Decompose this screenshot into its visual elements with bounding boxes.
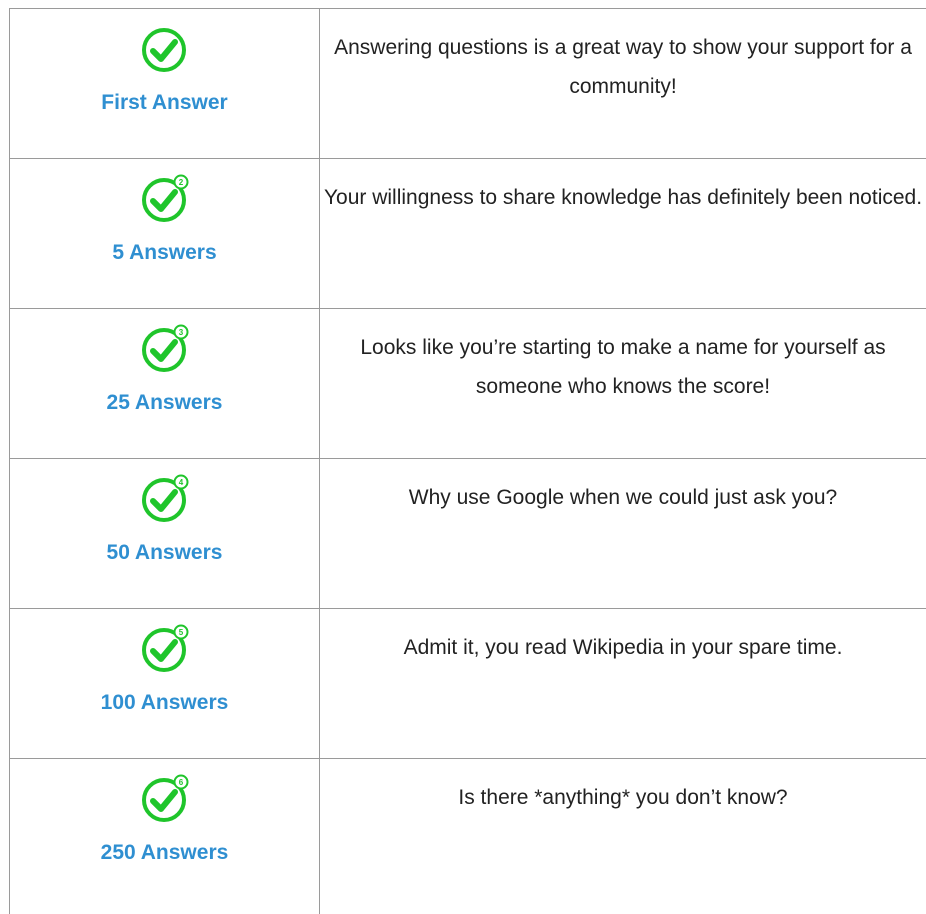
badge-description-cell: Is there *anything* you don’t know? xyxy=(319,758,926,914)
badge-level-number: 2 xyxy=(178,178,183,187)
badge-cell: 5 100 Answers xyxy=(9,608,320,759)
badge-row: First Answer Answering questions is a gr… xyxy=(9,8,926,159)
badge-level-number: 4 xyxy=(178,478,183,487)
badge-description: Why use Google when we could just ask yo… xyxy=(408,486,838,509)
badge-description: Is there *anything* you don’t know? xyxy=(458,786,788,809)
badge-title: 25 Answers xyxy=(106,391,223,414)
green-check-circle-level-6-icon: 6 xyxy=(141,774,188,822)
green-check-circle-level-4-icon: 4 xyxy=(141,474,188,522)
badge-description-cell: Answering questions is a great way to sh… xyxy=(319,8,926,159)
badge-title: First Answer xyxy=(101,91,228,114)
badge-title: 100 Answers xyxy=(100,691,229,714)
badge-title: 50 Answers xyxy=(106,541,223,564)
badge-row: 6 250 Answers Is there *anything* you do… xyxy=(9,758,926,914)
badge-cell: 2 5 Answers xyxy=(9,158,320,309)
badge-description-cell: Your willingness to share knowledge has … xyxy=(319,158,926,309)
badge-description: Looks like you’re starting to make a nam… xyxy=(360,336,886,398)
green-check-circle-level-2-icon: 2 xyxy=(141,174,188,222)
badge-cell: 6 250 Answers xyxy=(9,758,320,914)
badge-description-cell: Looks like you’re starting to make a nam… xyxy=(319,308,926,459)
badge-row: 4 50 Answers Why use Google when we coul… xyxy=(9,458,926,609)
badge-table: First Answer Answering questions is a gr… xyxy=(9,8,926,914)
green-check-circle-level-5-icon: 5 xyxy=(141,624,188,672)
badge-description-cell: Why use Google when we could just ask yo… xyxy=(319,458,926,609)
badge-level-number: 5 xyxy=(178,628,183,637)
badge-row: 5 100 Answers Admit it, you read Wikiped… xyxy=(9,608,926,759)
badge-description: Answering questions is a great way to sh… xyxy=(334,36,912,98)
badge-level-number: 3 xyxy=(178,328,183,337)
badge-level-number: 6 xyxy=(178,778,183,787)
badge-cell: 4 50 Answers xyxy=(9,458,320,609)
badge-description-cell: Admit it, you read Wikipedia in your spa… xyxy=(319,608,926,759)
badge-row: 3 25 Answers Looks like you’re starting … xyxy=(9,308,926,459)
green-check-circle-level-3-icon: 3 xyxy=(141,324,188,372)
badge-row: 2 5 Answers Your willingness to share kn… xyxy=(9,158,926,309)
badge-cell: 3 25 Answers xyxy=(9,308,320,459)
green-check-circle-icon xyxy=(141,28,186,72)
badge-cell: First Answer xyxy=(9,8,320,159)
badge-description: Your willingness to share knowledge has … xyxy=(323,186,923,209)
badge-title: 5 Answers xyxy=(112,241,217,264)
badge-description: Admit it, you read Wikipedia in your spa… xyxy=(403,636,843,659)
badge-title: 250 Answers xyxy=(100,841,229,864)
